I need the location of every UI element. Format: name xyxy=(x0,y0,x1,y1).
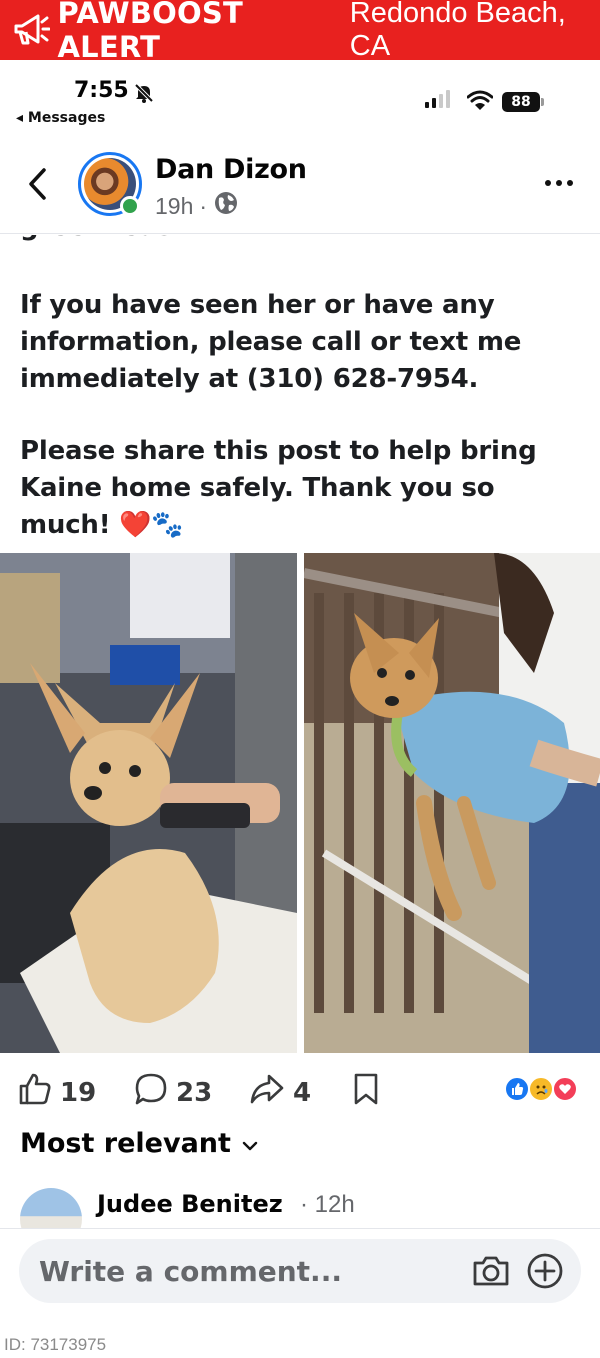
reactions-bar: 19 23 4 xyxy=(0,1060,600,1120)
wifi-icon xyxy=(466,90,494,117)
comment-sort-dropdown[interactable]: Most relevant xyxy=(20,1128,259,1159)
globe-icon xyxy=(213,190,239,222)
reaction-summary[interactable] xyxy=(504,1076,584,1104)
comment-count: 23 xyxy=(176,1077,213,1108)
back-to-messages-link[interactable]: ◂ Messages xyxy=(16,110,105,126)
add-attachment-icon[interactable] xyxy=(525,1251,565,1296)
chevron-down-icon xyxy=(241,1128,259,1159)
post-text-line: much! ❤️🐾 xyxy=(20,510,184,540)
comment-composer-bar xyxy=(0,1228,600,1318)
status-time: 7:55 xyxy=(74,78,129,103)
post-time[interactable]: 19h xyxy=(155,193,193,220)
save-post-button[interactable] xyxy=(352,1072,380,1113)
alert-location: Redondo Beach, CA xyxy=(349,0,566,62)
love-icon xyxy=(552,1076,578,1102)
post-text-line: immediately at (310) 628-7954. xyxy=(20,364,479,394)
like-count: 19 xyxy=(60,1077,97,1108)
back-chevron-icon[interactable] xyxy=(24,166,52,207)
listing-id: ID: 73173975 xyxy=(4,1335,107,1354)
photo-dog-held[interactable] xyxy=(304,553,600,1053)
thumbs-up-icon xyxy=(18,1072,52,1113)
battery-indicator: 88 xyxy=(502,92,540,112)
megaphone-icon xyxy=(8,7,52,53)
comment-bubble-icon xyxy=(134,1072,168,1113)
pawboost-alert-banner: PAWBOOST ALERT Redondo Beach, CA xyxy=(0,0,600,64)
bell-slash-icon xyxy=(133,82,155,109)
post-photos xyxy=(0,553,600,1053)
sad-icon xyxy=(528,1076,554,1102)
battery-tip xyxy=(541,98,544,106)
comment-button[interactable]: 23 xyxy=(134,1072,212,1113)
post-text-line: Kaine home safely. Thank you so xyxy=(20,473,495,503)
more-options-button[interactable] xyxy=(545,180,573,186)
camera-icon[interactable] xyxy=(471,1253,511,1294)
post-text-line: Please share this post to help bring xyxy=(20,436,537,466)
comment-input[interactable] xyxy=(39,1249,459,1293)
commenter-name[interactable]: Judee Benitez xyxy=(97,1190,283,1218)
post-meta: 19h · xyxy=(155,190,239,222)
like-button[interactable]: 19 xyxy=(18,1072,96,1113)
online-status-dot xyxy=(120,196,140,216)
share-button[interactable]: 4 xyxy=(249,1072,311,1113)
sort-label: Most relevant xyxy=(20,1128,231,1159)
share-count: 4 xyxy=(293,1077,312,1108)
bookmark-icon xyxy=(352,1072,380,1113)
post-text-line: information, please call or text me xyxy=(20,327,522,357)
comment-time: · 12h xyxy=(300,1191,355,1218)
commenter-avatar[interactable] xyxy=(20,1188,82,1228)
like-icon xyxy=(504,1076,530,1102)
meta-separator: · xyxy=(199,192,208,219)
photo-dog-grooming[interactable] xyxy=(0,553,297,1053)
comment-item: Judee Benitez · 12h xyxy=(0,1180,600,1228)
share-arrow-icon xyxy=(249,1072,285,1113)
comment-composer xyxy=(19,1239,581,1303)
alert-brand: PAWBOOST ALERT xyxy=(57,0,243,64)
post-header: Dan Dizon 19h · xyxy=(0,136,600,234)
phone-status-bar: 7:55 ◂ Messages 88 xyxy=(0,60,600,136)
post-text-line: green leash. xyxy=(20,235,200,246)
post-author-name[interactable]: Dan Dizon xyxy=(155,154,307,185)
post-body: green leash. If you have seen her or hav… xyxy=(0,235,600,553)
post-text-line: If you have seen her or have any xyxy=(20,290,495,320)
cellular-signal-icon xyxy=(425,90,450,108)
